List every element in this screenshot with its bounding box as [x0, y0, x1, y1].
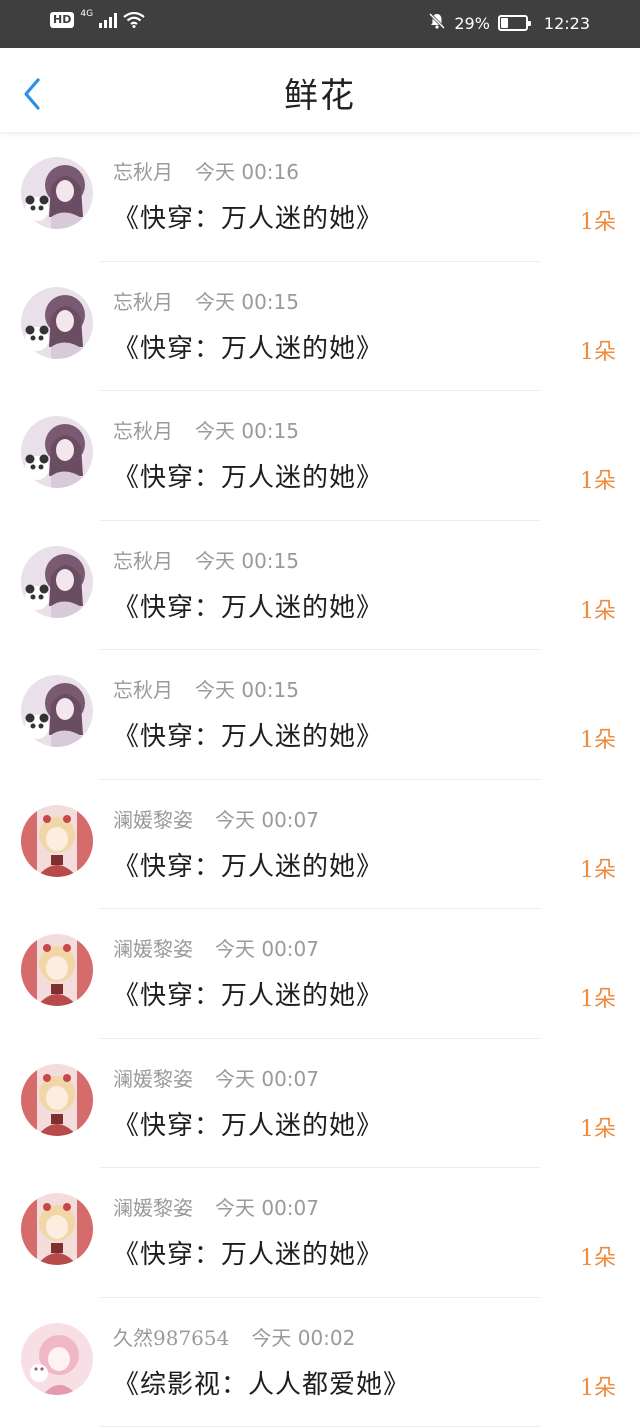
record-meta: 澜媛黎姿今天 00:07 — [113, 804, 319, 833]
avatar[interactable] — [21, 934, 93, 1006]
flower-count: 1朵 — [580, 981, 616, 1013]
username[interactable]: 忘秋月 — [113, 549, 173, 573]
list-item[interactable]: 澜媛黎姿今天 00:07 《快穿：万人迷的她》 1朵 — [0, 1039, 640, 1169]
timestamp: 今天 00:15 — [195, 549, 299, 573]
record-meta: 忘秋月今天 00:15 — [113, 286, 299, 315]
record-meta: 忘秋月今天 00:16 — [113, 156, 299, 185]
hd-badge: HD — [50, 12, 74, 28]
username[interactable]: 澜媛黎姿 — [113, 1067, 193, 1091]
battery-icon — [498, 15, 528, 31]
username[interactable]: 忘秋月 — [113, 290, 173, 314]
username[interactable]: 澜媛黎姿 — [113, 1196, 193, 1220]
signal-icon — [99, 12, 117, 28]
record-meta: 久然987654 今天 00:02 — [113, 1322, 355, 1351]
list-item[interactable]: 忘秋月今天 00:15 《快穿：万人迷的她》 1朵 — [0, 262, 640, 392]
book-title[interactable]: 《快穿：万人迷的她》 — [113, 975, 383, 1012]
avatar[interactable] — [21, 1064, 93, 1136]
battery-fill — [501, 18, 508, 28]
clock: 12:23 — [544, 14, 590, 33]
book-title[interactable]: 《快穿：万人迷的她》 — [113, 198, 383, 235]
bell-off-icon — [428, 12, 446, 34]
book-title[interactable]: 《综影视：人人都爱她》 — [113, 1364, 410, 1401]
book-title[interactable]: 《快穿：万人迷的她》 — [113, 1105, 383, 1142]
avatar[interactable] — [21, 287, 93, 359]
avatar[interactable] — [21, 805, 93, 877]
battery-percent: 29% — [454, 14, 490, 33]
wifi-icon — [123, 12, 145, 28]
avatar[interactable] — [21, 416, 93, 488]
list-item[interactable]: 久然987654 今天 00:02 《综影视：人人都爱她》 1朵 — [0, 1298, 640, 1427]
username[interactable]: 忘秋月 — [113, 160, 173, 184]
list-item[interactable]: 忘秋月今天 00:15 《快穿：万人迷的她》 1朵 — [0, 391, 640, 521]
record-meta: 忘秋月今天 00:15 — [113, 415, 299, 444]
flower-count: 1朵 — [580, 722, 616, 754]
page-title: 鲜花 — [0, 68, 640, 117]
username[interactable]: 澜媛黎姿 — [113, 808, 193, 832]
username[interactable]: 忘秋月 — [113, 419, 173, 443]
status-bar: HD 4G 29% 12:23 — [0, 0, 640, 48]
flower-count: 1朵 — [580, 1111, 616, 1143]
record-meta: 澜媛黎姿今天 00:07 — [113, 1192, 319, 1221]
book-title[interactable]: 《快穿：万人迷的她》 — [113, 716, 383, 753]
flower-count: 1朵 — [580, 593, 616, 625]
list-item[interactable]: 忘秋月今天 00:15 《快穿：万人迷的她》 1朵 — [0, 521, 640, 651]
flower-count: 1朵 — [580, 1370, 616, 1402]
flower-record-list: 忘秋月今天 00:16《快穿：万人迷的她》1朵忘秋月今天 00:15《快穿：万人… — [0, 132, 640, 1427]
status-right: 29% 12:23 — [428, 12, 590, 34]
book-title[interactable]: 《快穿：万人迷的她》 — [113, 846, 383, 883]
username[interactable]: 澜媛黎姿 — [113, 937, 193, 961]
book-title[interactable]: 《快穿：万人迷的她》 — [113, 587, 383, 624]
avatar[interactable] — [21, 1323, 93, 1395]
flower-count: 1朵 — [580, 463, 616, 495]
flower-count: 1朵 — [580, 1240, 616, 1272]
record-meta: 忘秋月今天 00:15 — [113, 545, 299, 574]
avatar[interactable] — [21, 675, 93, 747]
flower-count: 1朵 — [580, 852, 616, 884]
flower-count: 1朵 — [580, 204, 616, 236]
timestamp: 今天 00:07 — [215, 1067, 319, 1091]
username[interactable]: 忘秋月 — [113, 678, 173, 702]
timestamp: 今天 00:07 — [215, 937, 319, 961]
nav-bar: 鲜花 — [0, 48, 640, 133]
timestamp: 今天 00:07 — [215, 808, 319, 832]
status-left: HD 4G — [50, 12, 145, 28]
avatar[interactable] — [21, 546, 93, 618]
list-item[interactable]: 忘秋月今天 00:16 《快穿：万人迷的她》 1朵 — [0, 132, 640, 262]
list-item[interactable]: 澜媛黎姿今天 00:07 《快穿：万人迷的她》 1朵 — [0, 909, 640, 1039]
record-meta: 澜媛黎姿今天 00:07 — [113, 1063, 319, 1092]
list-item[interactable]: 澜媛黎姿今天 00:07 《快穿：万人迷的她》 1朵 — [0, 1168, 640, 1298]
timestamp: 今天 00:16 — [195, 160, 299, 184]
book-title[interactable]: 《快穿：万人迷的她》 — [113, 1234, 383, 1271]
book-title[interactable]: 《快穿：万人迷的她》 — [113, 328, 383, 365]
flower-count: 1朵 — [580, 334, 616, 366]
record-meta: 忘秋月今天 00:15 — [113, 674, 299, 703]
avatar[interactable] — [21, 1193, 93, 1265]
list-item[interactable]: 忘秋月今天 00:15 《快穿：万人迷的她》 1朵 — [0, 650, 640, 780]
record-meta: 澜媛黎姿今天 00:07 — [113, 933, 319, 962]
network-type: 4G — [80, 9, 93, 19]
timestamp: 今天 00:15 — [195, 678, 299, 702]
timestamp: 今天 00:02 — [251, 1326, 355, 1350]
avatar[interactable] — [21, 157, 93, 229]
timestamp: 今天 00:15 — [195, 290, 299, 314]
timestamp: 今天 00:07 — [215, 1196, 319, 1220]
timestamp: 今天 00:15 — [195, 419, 299, 443]
book-title[interactable]: 《快穿：万人迷的她》 — [113, 457, 383, 494]
list-item[interactable]: 澜媛黎姿今天 00:07 《快穿：万人迷的她》 1朵 — [0, 780, 640, 910]
username[interactable]: 久然987654 — [113, 1326, 229, 1350]
